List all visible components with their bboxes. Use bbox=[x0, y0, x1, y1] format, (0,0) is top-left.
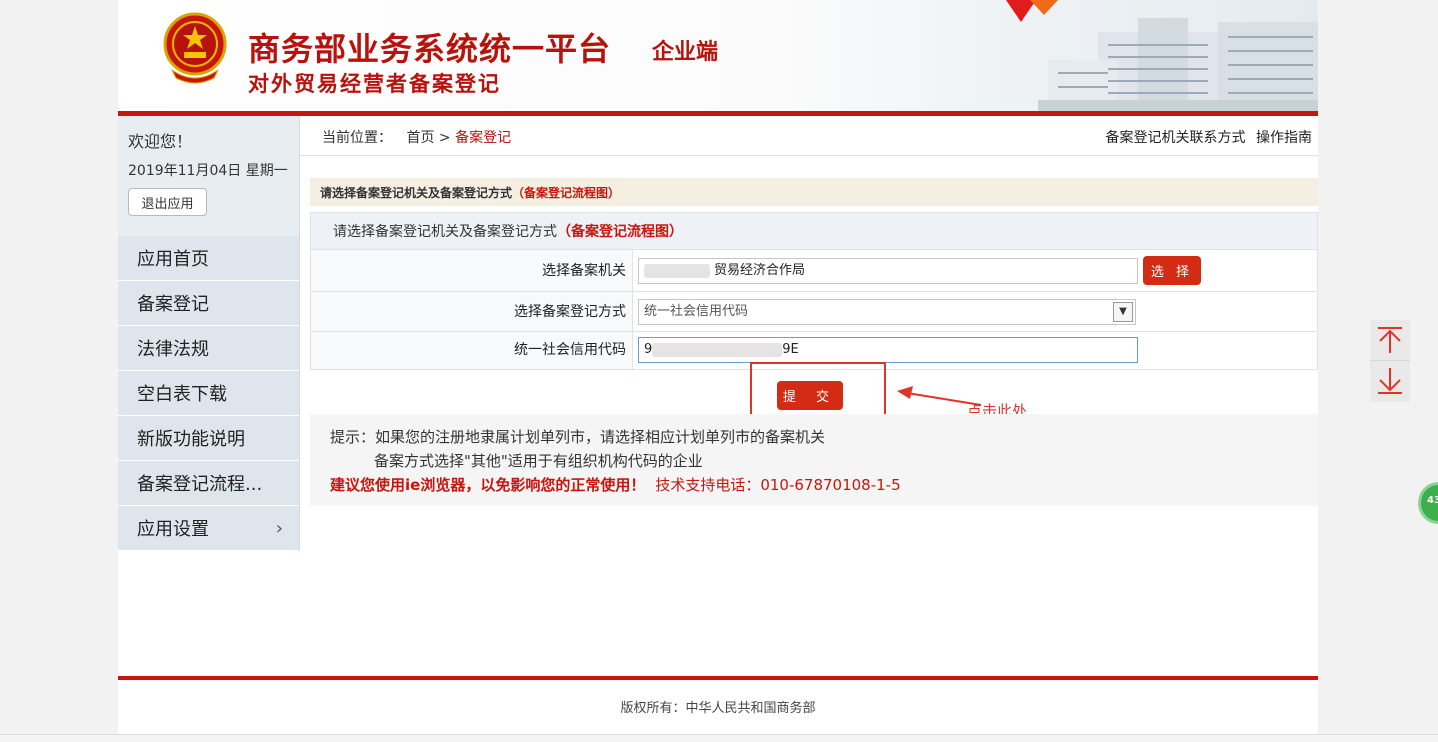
agency-value: 贸易经济合作局 bbox=[714, 263, 806, 278]
sidebar-item-label: 应用首页 bbox=[137, 249, 209, 270]
page-container: 商务部业务系统统一平台 企业端 对外贸易经营者备案登记 欢迎您！ 2019年11… bbox=[118, 0, 1318, 742]
breadcrumb-current: 备案登记 bbox=[455, 130, 512, 146]
registration-form: 请选择备案登记机关及备案登记方式 （备案登记流程图） 选择备案机关 贸易经济合作… bbox=[310, 212, 1318, 370]
sidebar-item-label: 备案登记流程... bbox=[137, 474, 263, 495]
tips-panel: 提示：如果您的注册地隶属计划单列市，请选择相应计划单列市的备案机关 备案方式选择… bbox=[310, 414, 1318, 506]
sidebar-item-label: 应用设置 bbox=[137, 519, 209, 540]
method-label: 选择备案登记方式 bbox=[311, 292, 633, 331]
enterprise-tag: 企业端 bbox=[652, 39, 719, 65]
code-label: 统一社会信用代码 bbox=[311, 332, 633, 369]
copyright-text: 版权所有：中华人民共和国商务部 bbox=[620, 701, 816, 716]
form-header: 请选择备案登记机关及备案登记方式 （备案登记流程图） bbox=[311, 213, 1317, 250]
tip-line: 提示：如果您的注册地隶属计划单列市，请选择相应计划单列市的备案机关 bbox=[330, 428, 826, 446]
flowchart-link[interactable]: （备案登记流程图） bbox=[512, 184, 620, 201]
credit-code-input[interactable]: 9 9E bbox=[638, 337, 1138, 363]
arrow-up-icon bbox=[1378, 327, 1402, 353]
sidebar: 欢迎您！ 2019年11月04日 星期一 退出应用 应用首页 备案登记 法律法规… bbox=[118, 116, 300, 551]
system-subtitle: 对外贸易经营者备案登记 bbox=[248, 71, 501, 96]
sidebar-item-laws[interactable]: 法律法规 bbox=[118, 326, 299, 371]
sidebar-item-label: 备案登记 bbox=[137, 294, 209, 315]
method-value: 统一社会信用代码 bbox=[644, 304, 749, 319]
sidebar-menu: 应用首页 备案登记 法律法规 空白表下载 新版功能说明 备案登记流程... 应用… bbox=[118, 236, 299, 551]
breadcrumb-home-link[interactable]: 首页 bbox=[406, 130, 434, 146]
welcome-text: 欢迎您！ bbox=[128, 132, 193, 151]
agency-label: 选择备案机关 bbox=[311, 250, 633, 291]
sidebar-item-registration[interactable]: 备案登记 bbox=[118, 281, 299, 326]
code-suffix: 9E bbox=[782, 342, 799, 357]
floating-badge[interactable]: 43 bbox=[1418, 482, 1438, 524]
contact-link[interactable]: 备案登记机关联系方式 bbox=[1106, 130, 1246, 146]
scroll-top-button[interactable] bbox=[1370, 320, 1410, 360]
logout-button[interactable]: 退出应用 bbox=[128, 188, 207, 216]
notice-bar: 请选择备案登记机关及备案登记方式 （备案登记流程图） bbox=[310, 178, 1318, 206]
submit-button[interactable]: 提 交 bbox=[777, 381, 843, 410]
sidebar-item-label: 新版功能说明 bbox=[137, 429, 245, 450]
form-row-method: 选择备案登记方式 统一社会信用代码 ▼ bbox=[311, 292, 1317, 332]
agency-field[interactable]: 贸易经济合作局 bbox=[638, 258, 1138, 284]
select-agency-button[interactable]: 选 择 bbox=[1143, 256, 1201, 285]
scroll-bottom-button[interactable] bbox=[1370, 360, 1410, 400]
scroll-controls bbox=[1370, 320, 1410, 402]
sidebar-item-label: 法律法规 bbox=[137, 339, 209, 360]
current-date: 2019年11月04日 星期一 bbox=[128, 163, 288, 179]
form-header-text: 请选择备案登记机关及备案登记方式 bbox=[333, 224, 557, 240]
code-prefix: 9 bbox=[644, 342, 653, 357]
system-title: 商务部业务系统统一平台 bbox=[248, 30, 612, 68]
sidebar-item-label: 空白表下载 bbox=[137, 384, 227, 405]
sidebar-item-new-features[interactable]: 新版功能说明 bbox=[118, 416, 299, 461]
footer-divider bbox=[118, 676, 1318, 680]
chevron-right-icon: › bbox=[275, 518, 283, 539]
sidebar-item-flow[interactable]: 备案登记流程... bbox=[118, 461, 299, 506]
national-emblem-icon bbox=[163, 12, 227, 84]
building-image bbox=[1006, 0, 1318, 111]
form-row-agency: 选择备案机关 贸易经济合作局 选 择 bbox=[311, 250, 1317, 292]
redacted-block bbox=[652, 342, 783, 357]
redacted-block bbox=[644, 263, 710, 278]
form-flowchart-link[interactable]: （备案登记流程图） bbox=[557, 221, 683, 241]
guide-link[interactable]: 操作指南 bbox=[1256, 130, 1312, 146]
notice-text: 请选择备案登记机关及备案登记方式 bbox=[320, 185, 513, 200]
sidebar-item-home[interactable]: 应用首页 bbox=[118, 236, 299, 281]
browser-recommendation: 建议您使用ie浏览器，以免影响您的正常使用！ bbox=[330, 476, 646, 494]
browser-status-bar bbox=[0, 734, 1438, 742]
chevron-down-icon[interactable]: ▼ bbox=[1113, 302, 1133, 322]
arrow-down-icon bbox=[1378, 367, 1402, 394]
method-select[interactable]: 统一社会信用代码 ▼ bbox=[638, 299, 1136, 325]
breadcrumb-prefix: 当前位置： bbox=[322, 130, 392, 146]
sidebar-item-blank-forms[interactable]: 空白表下载 bbox=[118, 371, 299, 416]
site-header: 商务部业务系统统一平台 企业端 对外贸易经营者备案登记 bbox=[118, 0, 1318, 111]
support-phone: 技术支持电话：010-67870108-1-5 bbox=[655, 476, 901, 494]
breadcrumb: 当前位置： 首页 > 备案登记 备案登记机关联系方式 操作指南 bbox=[300, 116, 1318, 156]
tip-line: 备案方式选择"其他"适用于有组织机构代码的企业 bbox=[374, 452, 703, 470]
breadcrumb-separator: > bbox=[438, 130, 451, 146]
sidebar-item-settings[interactable]: 应用设置 › bbox=[118, 506, 299, 551]
